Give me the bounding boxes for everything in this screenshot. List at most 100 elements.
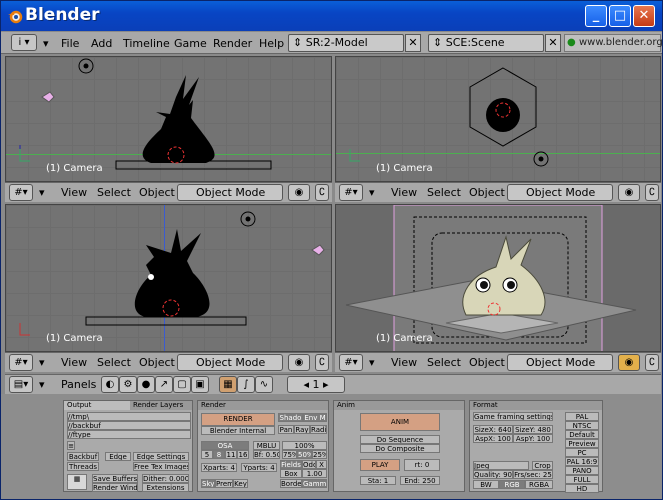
start-frame-field[interactable]: Sta: 1 xyxy=(360,476,396,485)
radio-toggle[interactable]: Radi xyxy=(310,425,327,434)
script-context-icon[interactable]: ⚙ xyxy=(119,376,137,393)
minimize-button[interactable]: _ xyxy=(585,5,607,27)
game-framing-button[interactable]: Game framing settings xyxy=(473,412,553,421)
border-toggle[interactable]: Border xyxy=(280,479,302,488)
codec-select[interactable]: Jpeg xyxy=(473,461,529,470)
collapse-menu-icon[interactable]: ▾ xyxy=(369,356,375,369)
menu-file[interactable]: File xyxy=(61,37,79,50)
draw-type-icon[interactable]: ◉ xyxy=(618,184,640,201)
more-options-icon[interactable]: ∁ xyxy=(315,184,329,201)
size-y-field[interactable]: SizeY: 480 xyxy=(513,425,553,434)
backbuf-path-field[interactable]: //backbuf xyxy=(67,421,191,430)
preset-hd[interactable]: HD xyxy=(565,484,599,493)
frame-number-field[interactable]: ◂ 1 ▸ xyxy=(287,376,345,393)
menu-select[interactable]: Select xyxy=(97,186,131,199)
menu-object[interactable]: Object xyxy=(469,186,505,199)
filter-select[interactable]: Box xyxy=(280,469,302,478)
menu-view[interactable]: View xyxy=(61,356,87,369)
output-path-field[interactable]: //tmp\ xyxy=(67,412,191,421)
mode-select[interactable]: Object Mode xyxy=(177,354,283,371)
osa-11-button[interactable]: 11 xyxy=(225,450,237,459)
asp-x-field[interactable]: AspX: 100 xyxy=(473,434,513,443)
logic-context-icon[interactable]: ◐ xyxy=(101,376,119,393)
more-options-icon[interactable]: ∁ xyxy=(315,354,329,371)
render-window-select[interactable]: Render Wind xyxy=(92,483,138,492)
menu-object[interactable]: Object xyxy=(139,186,175,199)
menu-render[interactable]: Render xyxy=(213,37,252,50)
close-button[interactable]: ✕ xyxy=(633,5,655,27)
window-type-icon[interactable]: #▾ xyxy=(9,184,33,201)
menu-view[interactable]: View xyxy=(391,356,417,369)
delete-screen-button[interactable]: ✕ xyxy=(405,34,421,52)
maximize-button[interactable]: □ xyxy=(609,5,631,27)
play-button[interactable]: PLAY xyxy=(360,459,400,471)
sky-toggle[interactable]: Sky xyxy=(201,479,215,488)
do-sequence-toggle[interactable]: Do Sequence xyxy=(360,435,440,444)
viewport-side[interactable]: (1) Camera xyxy=(5,204,332,352)
edge-settings-button[interactable]: Edge Settings xyxy=(133,452,189,461)
preset-pal-16-9[interactable]: PAL 16:9 xyxy=(565,457,599,466)
menu-select[interactable]: Select xyxy=(427,356,461,369)
collapse-menu-icon[interactable]: ▾ xyxy=(39,186,45,199)
save-buffers-toggle[interactable]: Save Buffers xyxy=(92,474,138,483)
motion-blur-toggle[interactable]: MBLU xyxy=(253,441,280,450)
rgba-toggle[interactable]: RGBA xyxy=(525,480,553,489)
osa-16-button[interactable]: 16 xyxy=(237,450,249,459)
window-type-icon[interactable]: #▾ xyxy=(339,354,363,371)
shading-context-icon[interactable]: ● xyxy=(137,376,155,393)
yparts-field[interactable]: Yparts: 4 xyxy=(241,463,277,472)
anim-button[interactable]: ANIM xyxy=(360,413,440,431)
menu-game[interactable]: Game xyxy=(174,37,207,50)
menu-object[interactable]: Object xyxy=(469,356,505,369)
ftype-path-field[interactable]: //ftype xyxy=(67,430,191,439)
collapse-menu-icon[interactable]: ▾ xyxy=(39,378,45,391)
asp-y-field[interactable]: AspY: 100 xyxy=(513,434,553,443)
preset-pc[interactable]: PC xyxy=(565,448,599,457)
render-button[interactable]: RENDER xyxy=(201,413,275,426)
screen-select[interactable]: ⇕ SR:2-Model xyxy=(288,34,404,52)
preset-full[interactable]: FULL xyxy=(565,475,599,484)
odd-toggle[interactable]: Odd xyxy=(302,460,316,469)
mode-select[interactable]: Object Mode xyxy=(507,184,613,201)
free-tex-images-toggle[interactable]: Free Tex Images xyxy=(133,462,189,471)
editing-context-icon[interactable]: ▢ xyxy=(173,376,191,393)
tab-output[interactable]: Output xyxy=(64,401,130,410)
edge-toggle[interactable]: Edge xyxy=(105,452,131,461)
more-options-icon[interactable]: ∁ xyxy=(645,184,659,201)
backbuf-toggle[interactable]: Backbuf xyxy=(67,452,99,461)
collapse-menu-icon[interactable]: ▾ xyxy=(43,37,49,50)
pano-toggle[interactable]: Pan xyxy=(278,425,294,434)
collapse-menu-icon[interactable]: ▾ xyxy=(369,186,375,199)
gamma-toggle[interactable]: Gamma xyxy=(302,479,327,488)
window-type-icon[interactable]: #▾ xyxy=(339,184,363,201)
scene-context-icon[interactable]: ▣ xyxy=(191,376,209,393)
menu-select[interactable]: Select xyxy=(427,186,461,199)
size-75-button[interactable]: 75% xyxy=(282,450,297,459)
envmap-toggle[interactable]: Env M xyxy=(303,413,327,422)
threads-toggle[interactable]: Threads xyxy=(67,462,99,471)
viewport-camera[interactable]: (1) Camera xyxy=(335,204,661,352)
buttons-window-type-icon[interactable]: ▤▾ xyxy=(9,376,33,393)
extensions-toggle[interactable]: Extensions xyxy=(142,483,189,492)
preset-ntsc[interactable]: NTSC xyxy=(565,421,599,430)
filter-size-field[interactable]: 1.00 xyxy=(302,469,327,478)
blur-factor-field[interactable]: Bf: 0.50 xyxy=(253,450,280,459)
osa-5-button[interactable]: 5 xyxy=(201,450,213,459)
render-buttons-icon[interactable]: ▦ xyxy=(219,376,237,393)
menu-help[interactable]: Help xyxy=(259,37,284,50)
display-grid-icon[interactable]: ▦ xyxy=(67,474,87,490)
size-50-button[interactable]: 50% xyxy=(297,450,312,459)
rt-field[interactable]: rt: 0 xyxy=(404,459,440,471)
size-x-field[interactable]: SizeX: 640 xyxy=(473,425,513,434)
window-type-icon[interactable]: #▾ xyxy=(9,354,33,371)
delete-scene-button[interactable]: ✕ xyxy=(545,34,561,52)
viewport-front[interactable]: (1) Camera xyxy=(5,56,332,182)
preset-pal[interactable]: PAL xyxy=(565,412,599,421)
anim-playback-icon[interactable]: ∫ xyxy=(237,376,255,393)
menu-object[interactable]: Object xyxy=(139,356,175,369)
crop-toggle[interactable]: Crop xyxy=(532,461,553,470)
more-options-icon[interactable]: ∁ xyxy=(645,354,659,371)
scene-select[interactable]: ⇕ SCE:Scene xyxy=(428,34,544,52)
do-composite-toggle[interactable]: Do Composite xyxy=(360,444,440,453)
ray-toggle[interactable]: Ray xyxy=(294,425,310,434)
